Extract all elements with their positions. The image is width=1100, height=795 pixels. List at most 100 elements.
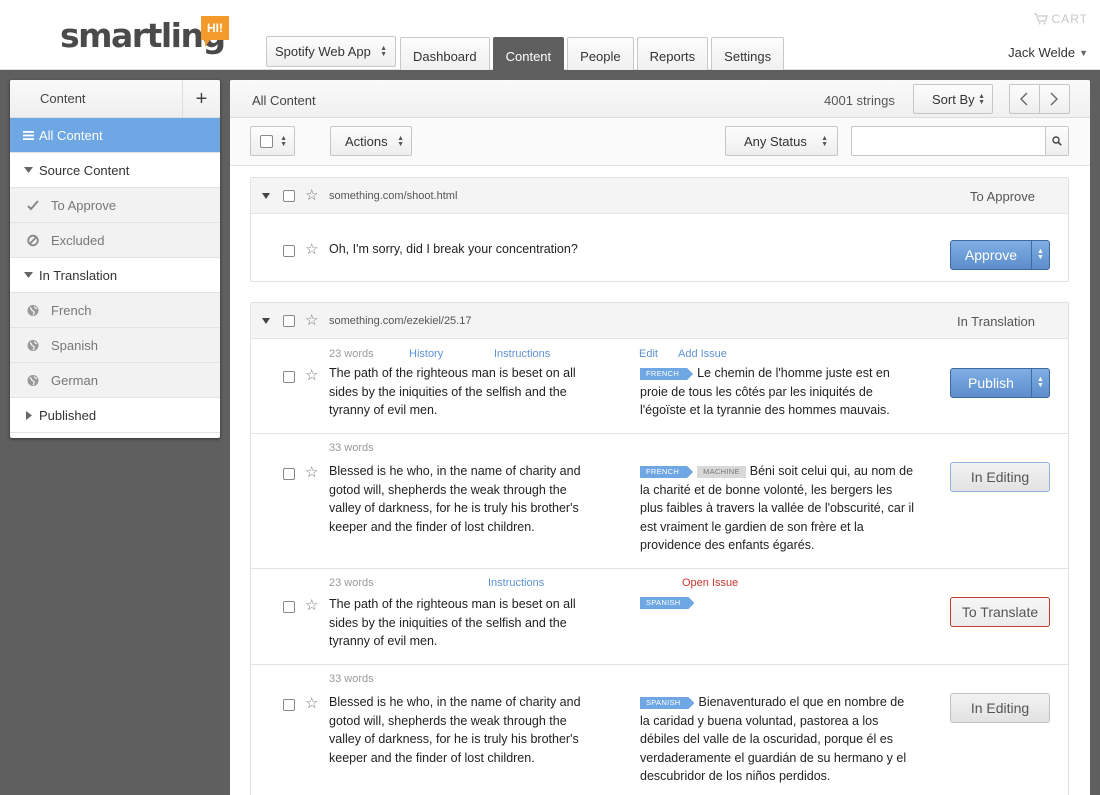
prev-page-button[interactable]	[1010, 85, 1040, 113]
machine-tag: MACHINE	[697, 466, 746, 478]
tab-dashboard[interactable]: Dashboard	[400, 37, 490, 70]
instructions-link[interactable]: Instructions	[488, 577, 544, 589]
string-row: ☆ Oh, I'm sorry, did I break your concen…	[251, 215, 1068, 281]
select-all-dropdown[interactable]: ▲ ▼	[250, 126, 295, 156]
triangle-down-icon[interactable]	[262, 318, 270, 324]
star-icon[interactable]: ☆	[305, 368, 318, 383]
row-checkbox[interactable]	[283, 468, 295, 480]
file-path: something.com/shoot.html	[329, 190, 458, 202]
sidebar-item-label: All Content	[39, 127, 103, 143]
star-icon[interactable]: ☆	[305, 188, 318, 203]
content-group: ☆ something.com/shoot.html To Approve ☆ …	[250, 177, 1069, 282]
page-title: All Content	[252, 93, 316, 108]
sidebar-item-source-content[interactable]: Source Content	[10, 153, 220, 188]
smartling-logo[interactable]: smartling HI!	[60, 16, 229, 60]
select-arrows-icon: ▲ ▼	[1037, 248, 1044, 261]
project-select[interactable]: Spotify Web App ▲ ▼	[266, 36, 396, 67]
group-checkbox[interactable]	[283, 190, 295, 202]
approve-button[interactable]: Approve ▲ ▼	[950, 240, 1050, 270]
row-checkbox[interactable]	[283, 699, 295, 711]
approve-options-toggle[interactable]: ▲ ▼	[1031, 241, 1049, 269]
source-text: Blessed is he who, in the name of charit…	[329, 464, 581, 534]
language-tag: SPANISH	[640, 597, 694, 609]
row-checkbox[interactable]	[283, 371, 295, 383]
sidebar-item-published[interactable]: Published	[10, 398, 220, 433]
open-issue-link[interactable]: Open Issue	[682, 577, 738, 589]
triangle-down-icon	[24, 272, 33, 278]
star-icon[interactable]: ☆	[305, 465, 318, 480]
sidebar-item-all-content[interactable]: All Content	[10, 118, 220, 153]
sidebar-item-in-translation[interactable]: In Translation	[10, 258, 220, 293]
sidebar-item-spanish[interactable]: Spanish	[10, 328, 220, 363]
group-header: ☆ something.com/ezekiel/25.17 In Transla…	[251, 303, 1068, 339]
sidebar-header: Content +	[10, 80, 220, 118]
next-page-button[interactable]	[1040, 85, 1069, 113]
star-icon[interactable]: ☆	[305, 696, 318, 711]
tab-reports[interactable]: Reports	[636, 37, 709, 70]
language-tag: FRENCH	[640, 368, 693, 380]
star-icon[interactable]: ☆	[305, 313, 318, 328]
star-icon[interactable]: ☆	[305, 598, 318, 613]
top-header: smartling HI! CART Jack Welde ▼ Spotify …	[0, 0, 1100, 70]
sidebar-item-to-approve[interactable]: To Approve	[10, 188, 220, 223]
group-status: To Approve	[969, 189, 1035, 204]
sort-by-label: Sort By	[932, 91, 975, 107]
row-checkbox[interactable]	[283, 245, 295, 257]
project-select-value: Spotify Web App	[275, 44, 371, 59]
tab-content[interactable]: Content	[492, 37, 565, 70]
status-filter-select[interactable]: Any Status ▲ ▼	[725, 126, 838, 156]
content-group: ☆ something.com/ezekiel/25.17 In Transla…	[250, 302, 1069, 795]
sidebar-item-label: In Translation	[39, 267, 118, 283]
cart-label: CART	[1051, 12, 1088, 26]
sort-by-select[interactable]: Sort By ▲ ▼	[913, 84, 993, 114]
word-count: 33 words	[329, 673, 374, 685]
edit-link[interactable]: Edit	[639, 348, 658, 360]
group-checkbox[interactable]	[283, 315, 295, 327]
actions-select[interactable]: Actions ▲ ▼	[330, 126, 412, 156]
sidebar-item-label: Source Content	[39, 162, 130, 178]
user-menu[interactable]: Jack Welde ▼	[1008, 45, 1088, 60]
row-checkbox[interactable]	[283, 601, 295, 613]
tab-people[interactable]: People	[567, 37, 634, 70]
content-title-bar: All Content 4001 strings Sort By ▲ ▼	[230, 80, 1090, 118]
sidebar-item-french[interactable]: French	[10, 293, 220, 328]
list-icon	[23, 131, 34, 140]
in-editing-button[interactable]: In Editing	[950, 693, 1050, 723]
source-text: Blessed is he who, in the name of charit…	[329, 695, 581, 765]
logo-badge: HI!	[201, 16, 229, 47]
string-row: 23 words Instructions Open Issue ☆ The p…	[251, 569, 1068, 665]
language-tag: SPANISH	[640, 697, 694, 709]
ban-icon	[27, 234, 39, 247]
star-icon[interactable]: ☆	[305, 242, 318, 257]
publish-options-toggle[interactable]: ▲ ▼	[1031, 369, 1049, 397]
triangle-down-icon[interactable]	[262, 193, 270, 199]
tab-settings[interactable]: Settings	[711, 37, 785, 70]
select-arrows-icon: ▲ ▼	[821, 135, 828, 148]
string-row: 33 words ☆ Blessed is he who, in the nam…	[251, 665, 1068, 795]
plus-icon[interactable]: +	[182, 80, 220, 118]
instructions-link[interactable]: Instructions	[494, 348, 550, 360]
source-text: Oh, I'm sorry, did I break your concentr…	[329, 242, 578, 256]
history-link[interactable]: History	[409, 348, 443, 360]
add-issue-link[interactable]: Add Issue	[678, 348, 727, 360]
in-editing-button[interactable]: In Editing	[950, 462, 1050, 492]
cart-link[interactable]: CART	[1033, 12, 1088, 26]
status-filter-label: Any Status	[744, 133, 807, 149]
to-translate-button[interactable]: To Translate	[950, 597, 1050, 627]
logo-text: smartling	[60, 16, 226, 55]
select-all-checkbox[interactable]	[260, 135, 273, 148]
publish-button[interactable]: Publish ▲ ▼	[950, 368, 1050, 398]
search-input[interactable]	[856, 128, 1046, 154]
chevron-left-icon	[1020, 92, 1028, 106]
sidebar-item-label: French	[51, 302, 92, 318]
search-button[interactable]	[1045, 127, 1068, 155]
sidebar-item-german[interactable]: German	[10, 363, 220, 398]
target-text-block: FRENCH MACHINE Béni soit celui qui, au nom…	[640, 462, 915, 555]
target-text-block: SPANISH Bienaventurado el que en nombre d…	[640, 693, 915, 786]
language-tag: FRENCH	[640, 466, 693, 478]
sidebar-title: Content	[40, 91, 86, 106]
chevron-right-icon	[1050, 92, 1059, 106]
file-path: something.com/ezekiel/25.17	[329, 315, 472, 327]
select-arrows-icon: ▲ ▼	[280, 135, 287, 148]
sidebar-item-excluded[interactable]: Excluded	[10, 223, 220, 258]
